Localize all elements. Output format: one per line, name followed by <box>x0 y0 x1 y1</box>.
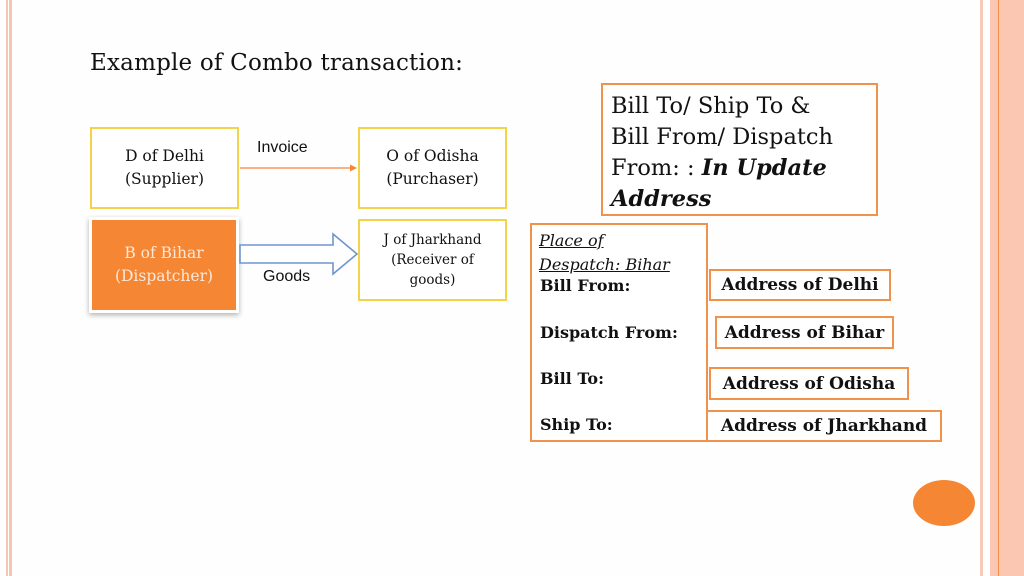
bill-from-label: Bill From: <box>540 276 631 295</box>
place-of-despatch-line1: Place of <box>539 231 604 250</box>
note-line4: Address <box>611 184 868 215</box>
note-emphasis-2: Address <box>611 186 712 212</box>
ship-to-label: Ship To: <box>540 415 613 434</box>
invoice-arrow <box>240 164 357 172</box>
address-of-delhi: Address of Delhi <box>709 269 891 301</box>
invoice-label: Invoice <box>257 139 308 156</box>
note-emphasis-1: In Update <box>701 155 827 181</box>
address-of-bihar: Address of Bihar <box>715 316 894 349</box>
bill-to-label: Bill To: <box>540 369 604 388</box>
update-address-note: Bill To/ Ship To & Bill From/ Dispatch F… <box>601 83 878 216</box>
note-line3: From: : In Update <box>611 153 868 184</box>
address-panel: Place of Despatch: Bihar Bill From: Disp… <box>530 223 708 442</box>
note-line1: Bill To/ Ship To & <box>611 93 811 119</box>
address-of-jharkhand: Address of Jharkhand <box>706 410 942 442</box>
note-line3-prefix: From: : <box>611 155 702 181</box>
address-of-odisha: Address of Odisha <box>709 367 909 400</box>
dispatch-from-label: Dispatch From: <box>540 323 678 342</box>
place-of-despatch-line2: Despatch: Bihar <box>539 255 670 274</box>
decorative-orange-circle <box>913 480 975 526</box>
note-line2: Bill From/ Dispatch <box>611 124 833 150</box>
goods-label: Goods <box>263 268 311 285</box>
